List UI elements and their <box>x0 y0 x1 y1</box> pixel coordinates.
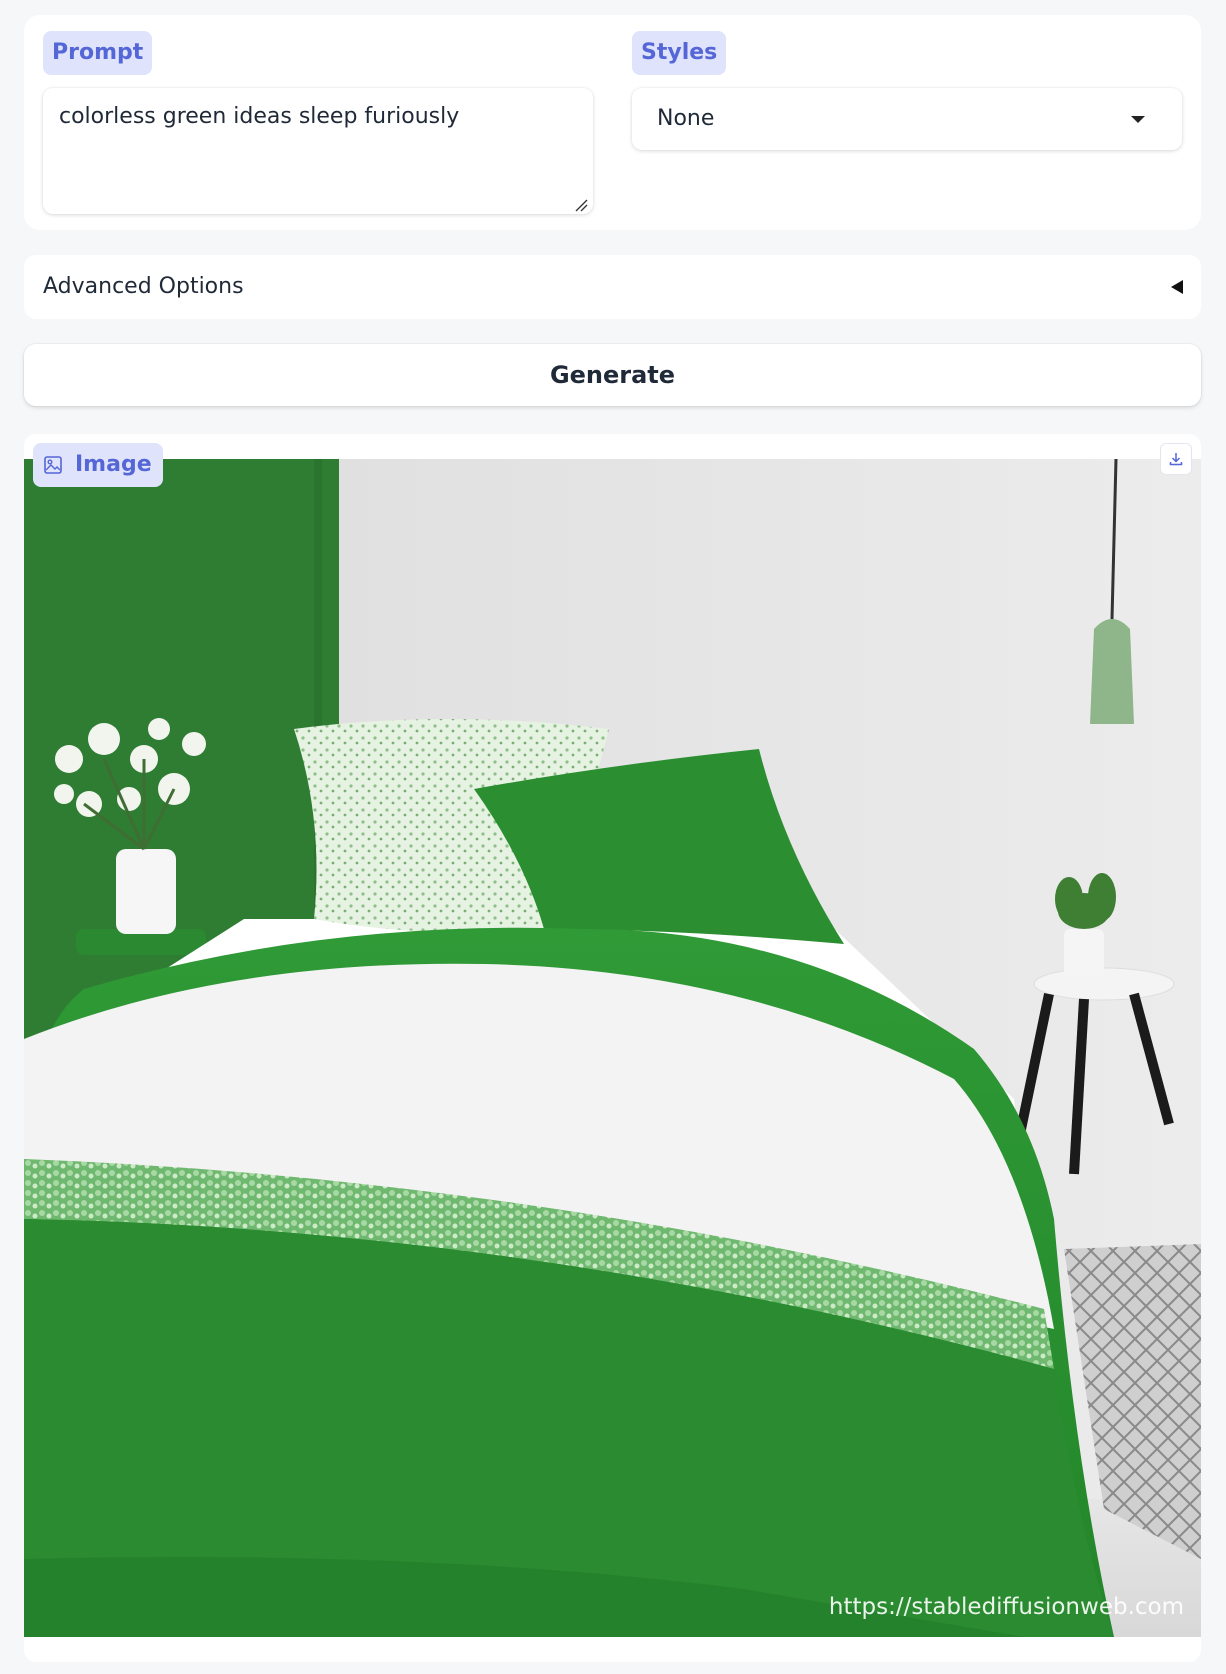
prompt-styles-panel: Prompt Styles None <box>24 15 1201 230</box>
image-label: Image <box>33 443 163 487</box>
advanced-options-label: Advanced Options <box>43 274 244 299</box>
download-button[interactable] <box>1160 443 1192 475</box>
output-image-panel: https://stablediffusionweb.com Image <box>24 434 1201 1662</box>
triangle-left-icon[interactable] <box>1171 280 1183 294</box>
styles-label: Styles <box>632 31 727 75</box>
generate-button[interactable]: Generate <box>24 344 1201 406</box>
styles-dropdown[interactable]: None <box>632 88 1182 150</box>
styles-selected-value: None <box>657 106 715 131</box>
image-icon <box>44 456 62 474</box>
watermark-text: https://stablediffusionweb.com <box>829 1594 1184 1620</box>
generated-image-picture: https://stablediffusionweb.com <box>24 459 1201 1637</box>
prompt-label: Prompt <box>43 31 153 75</box>
download-icon <box>1169 453 1183 466</box>
image-label-text: Image <box>75 452 152 477</box>
generated-image: https://stablediffusionweb.com <box>24 459 1201 1637</box>
caret-down-icon <box>1131 116 1145 123</box>
advanced-options-accordion[interactable]: Advanced Options <box>24 255 1201 319</box>
resize-handle-icon[interactable] <box>574 198 588 212</box>
prompt-input[interactable] <box>43 88 593 214</box>
